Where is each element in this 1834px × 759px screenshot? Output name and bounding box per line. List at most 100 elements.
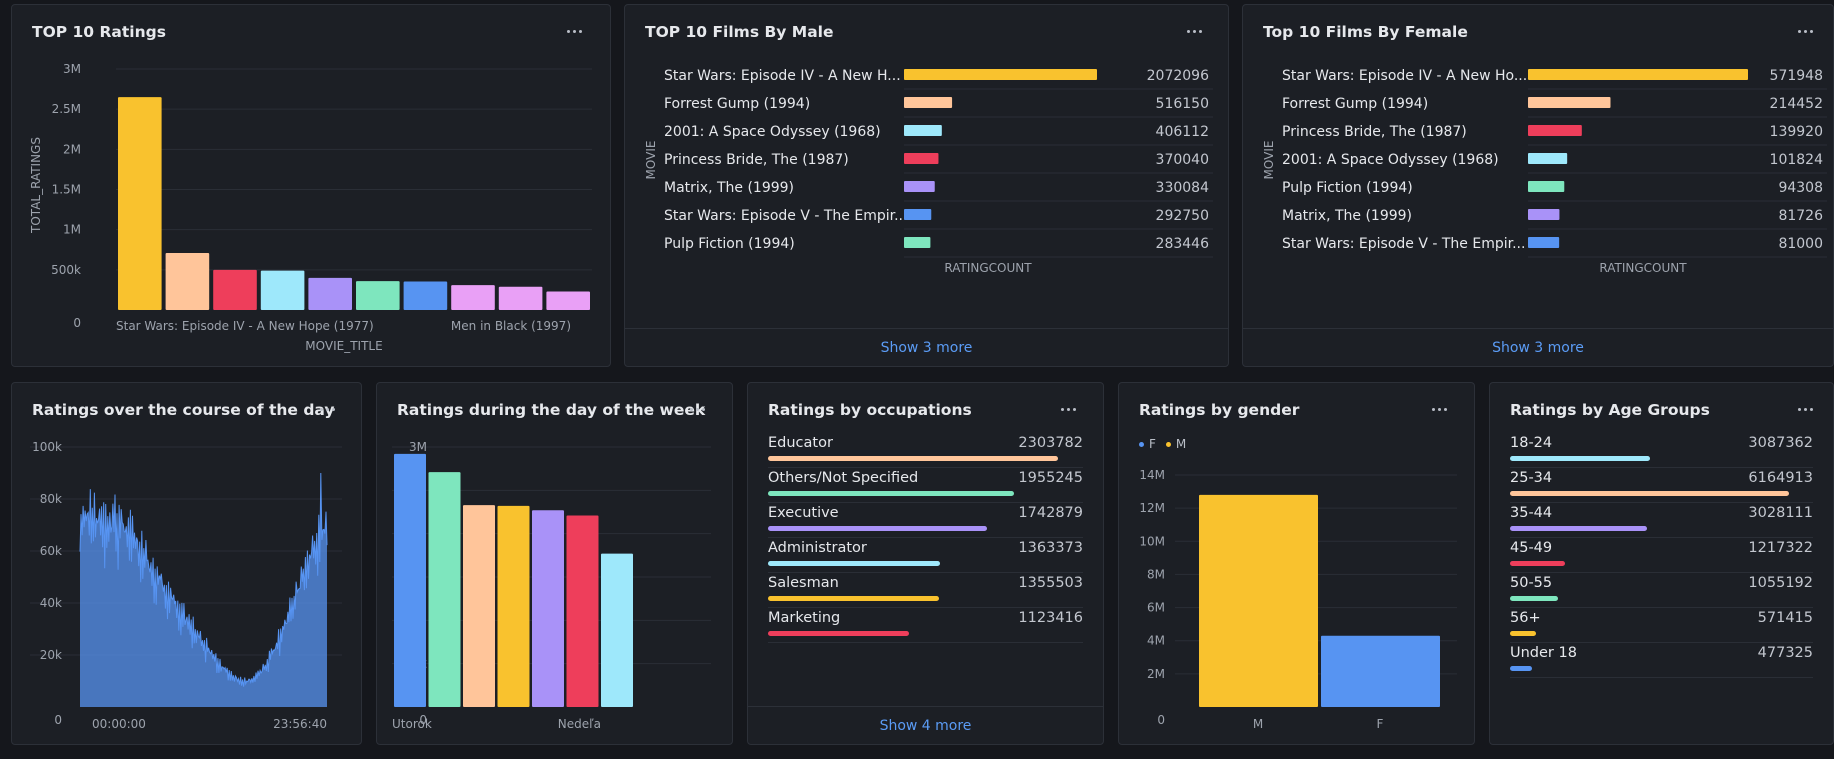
- more-options-icon[interactable]: [1793, 397, 1817, 421]
- data-label: 6164913: [1748, 470, 1813, 486]
- row-divider: [768, 467, 1083, 468]
- data-label: 283446: [1156, 236, 1210, 252]
- list-item: Others/Not Specified 1955245: [768, 470, 1083, 505]
- bar: [451, 285, 495, 310]
- row-divider: [768, 537, 1083, 538]
- bar: [566, 515, 599, 707]
- show-more-button[interactable]: Show 3 more: [1243, 328, 1833, 366]
- card-top10-ratings: TOP 10 Ratings 0 500k 1M 1.5M 2M 2.5M 3M Star W…: [11, 4, 611, 367]
- data-label: 1055192: [1748, 575, 1813, 591]
- y-tick-label: 2M: [1147, 667, 1165, 681]
- card-occupations: Ratings by occupations Educator 2303782 Ot…: [747, 382, 1104, 745]
- bar: [904, 125, 942, 136]
- category-label: Matrix, The (1999): [664, 180, 794, 196]
- category-label: Under 18: [1510, 645, 1577, 661]
- ratings-day-chart: 0 20k 40k 60k 80k 100k 00:00:00 23:56:40: [30, 440, 342, 731]
- row-divider: [768, 607, 1083, 608]
- list-item: Under 18 477325: [1510, 645, 1813, 680]
- y-tick-label: 60k: [40, 544, 62, 558]
- y-tick-label: 4M: [1147, 634, 1165, 648]
- category-label: Star Wars: Episode IV - A New H...: [664, 68, 901, 84]
- data-label: 406112: [1156, 124, 1209, 140]
- show-more-button[interactable]: Show 3 more: [625, 328, 1228, 366]
- card-title: Ratings by occupations: [768, 401, 972, 419]
- y-tick-label: 500k: [51, 263, 81, 277]
- row-divider: [1510, 642, 1813, 643]
- x-tick-label: 23:56:40: [273, 717, 327, 731]
- more-options-icon[interactable]: [1056, 397, 1080, 421]
- x-tick-label: M: [1253, 717, 1263, 731]
- ratings-gender-chart: 0 2M 4M 6M 8M 10M 12M 14M M F: [1139, 468, 1457, 731]
- data-label: 571415: [1757, 610, 1813, 626]
- list-item: Educator 2303782: [768, 435, 1083, 470]
- data-label: 3087362: [1748, 435, 1813, 451]
- x-axis-label: RATINGCOUNT: [944, 261, 1032, 275]
- bar: [768, 561, 940, 566]
- data-label: 1363373: [1018, 540, 1083, 556]
- y-tick-label: 2.5M: [52, 102, 81, 116]
- row-divider: [768, 572, 1083, 573]
- y-tick-label: 0: [54, 713, 62, 727]
- bar: [1528, 209, 1560, 220]
- data-label: 2303782: [1018, 435, 1083, 451]
- bar: [904, 69, 1097, 80]
- y-tick-label: 3M: [409, 440, 427, 454]
- y-tick-label: 10M: [1139, 534, 1165, 548]
- y-tick-label: 80k: [40, 492, 62, 506]
- bar: [1321, 635, 1440, 707]
- show-more-button[interactable]: Show 4 more: [748, 706, 1103, 744]
- category-label: Educator: [768, 435, 833, 451]
- card-title: Ratings by Age Groups: [1510, 401, 1710, 419]
- card-ratings-day: Ratings over the course of the day 0 20k 4…: [11, 382, 362, 745]
- list-item: Salesman 1355503: [768, 575, 1083, 610]
- data-label: 214452: [1770, 96, 1823, 112]
- card-top10-female: Top 10 Films By Female Star Wars: Episod…: [1242, 4, 1834, 367]
- list-item: Administrator 1363373: [768, 540, 1083, 575]
- data-label: 1955245: [1018, 470, 1083, 486]
- category-label: Star Wars: Episode V - The Empir...: [1282, 236, 1525, 252]
- data-label: 81000: [1778, 236, 1823, 252]
- bar: [1510, 561, 1566, 566]
- data-label: 330084: [1156, 180, 1210, 196]
- list-item: 50-55 1055192: [1510, 575, 1813, 610]
- row-divider: [768, 502, 1083, 503]
- category-label: 35-44: [1510, 505, 1553, 521]
- row-divider: [1510, 677, 1813, 678]
- female-films-chart: Star Wars: Episode IV - A New Ho... 57194…: [1262, 68, 1827, 275]
- bar: [904, 181, 935, 192]
- y-tick-label: 14M: [1139, 468, 1165, 482]
- y-tick-label: 0: [1157, 713, 1165, 727]
- bar: [213, 269, 257, 310]
- y-axis-label: MOVIE: [1262, 141, 1276, 180]
- y-tick-label: 40k: [40, 596, 62, 610]
- category-label: Star Wars: Episode IV - A New Ho...: [1282, 68, 1527, 84]
- bar: [768, 596, 939, 601]
- y-tick-label: 6M: [1147, 601, 1165, 615]
- bar: [428, 472, 461, 707]
- x-tick-label: Men in Black (1997): [451, 319, 571, 333]
- data-label: 1355503: [1018, 575, 1083, 591]
- bar: [768, 631, 910, 636]
- category-label: Princess Bride, The (1987): [664, 152, 849, 168]
- bar: [546, 291, 590, 310]
- category-label: 2001: A Space Odyssey (1968): [664, 124, 881, 140]
- list-item: 45-49 1217322: [1510, 540, 1813, 575]
- list-item: 18-24 3087362: [1510, 435, 1813, 470]
- row-divider: [1510, 537, 1813, 538]
- row-divider: [1510, 572, 1813, 573]
- category-label: Others/Not Specified: [768, 470, 919, 486]
- x-axis-label: RATINGCOUNT: [1599, 261, 1687, 275]
- bar: [463, 505, 495, 707]
- bar: [1510, 666, 1532, 671]
- data-label: 1217322: [1748, 540, 1813, 556]
- bar: [1528, 125, 1582, 136]
- x-tick-label: Nedeľa: [558, 717, 601, 731]
- data-label: 516150: [1156, 96, 1209, 112]
- bar: [498, 286, 543, 310]
- category-label: Forrest Gump (1994): [664, 96, 810, 112]
- list-item: 35-44 3028111: [1510, 505, 1813, 540]
- x-tick-label: 00:00:00: [92, 717, 146, 731]
- y-axis-label: TOTAL_RATINGS: [29, 137, 43, 234]
- bar: [768, 456, 1058, 461]
- y-tick-label: 3M: [63, 62, 81, 76]
